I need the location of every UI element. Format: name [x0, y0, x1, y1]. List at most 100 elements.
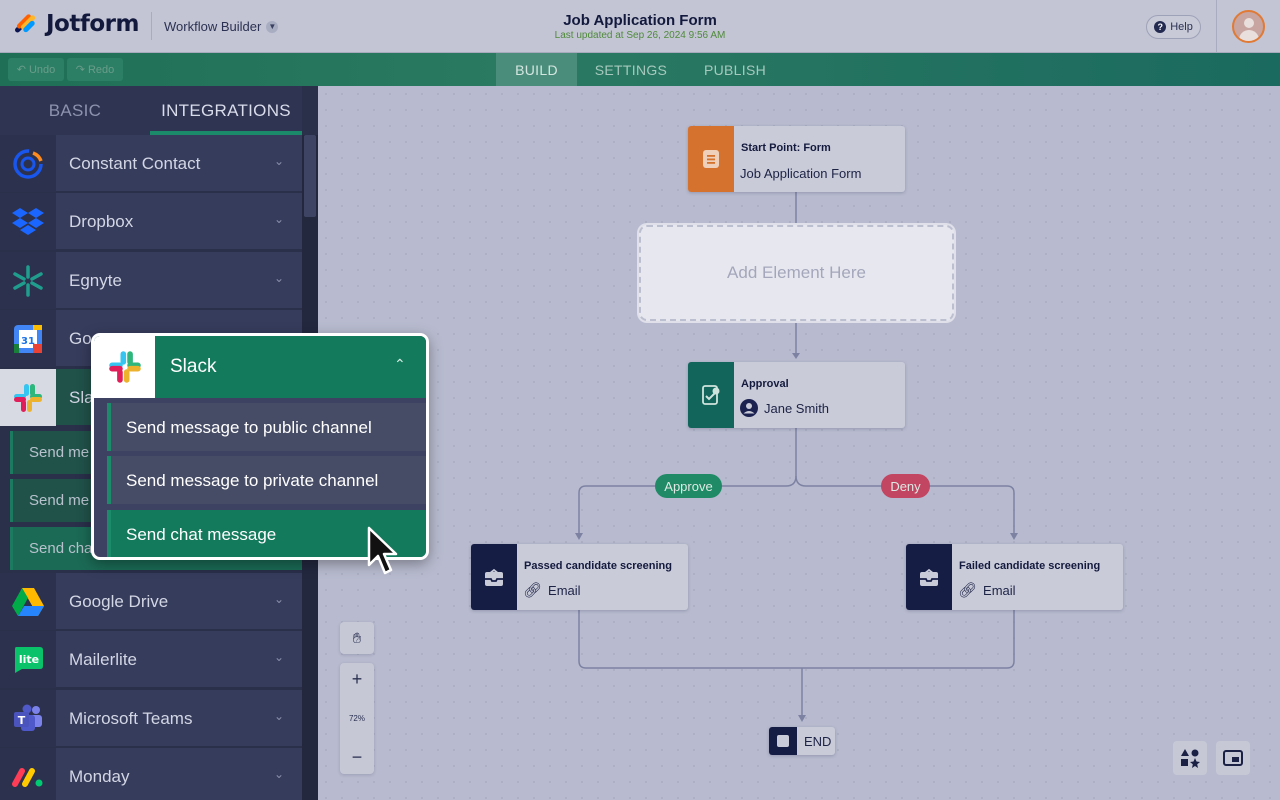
avatar-body — [1239, 30, 1259, 41]
failed-screening-node[interactable]: Failed candidate screening 🔗︎ Email — [906, 544, 1123, 610]
workflow-connectors — [575, 192, 1018, 722]
user-avatar[interactable] — [1232, 10, 1265, 43]
passed-screening-node[interactable]: Passed candidate screening 🔗︎ Email — [471, 544, 688, 610]
google-drive-icon — [0, 573, 56, 630]
chevron-down-icon: ⌄ — [273, 271, 284, 285]
jotform-logo-icon — [12, 11, 38, 37]
integration-constant-contact[interactable]: Constant Contact ⌄ — [0, 135, 302, 192]
chevron-up-icon: ⌃ — [394, 356, 406, 372]
chevron-down-icon: ⌄ — [273, 592, 284, 606]
egnyte-icon — [0, 252, 56, 309]
zoom-in-button[interactable]: + — [352, 669, 363, 690]
integration-egnyte[interactable]: Egnyte ⌄ — [0, 252, 302, 309]
approve-branch-label[interactable]: Approve — [655, 474, 722, 498]
zoom-level: 72% — [348, 714, 365, 723]
tab-build[interactable]: BUILD — [496, 53, 577, 86]
node-subtitle-text: Job Application Form — [740, 166, 862, 181]
workflow-canvas[interactable]: Start Point: Form Job Application Form A… — [318, 86, 1280, 800]
help-label: Help — [1170, 21, 1193, 33]
approval-node[interactable]: Approval Jane Smith — [688, 362, 905, 428]
panel-tab-integrations[interactable]: INTEGRATIONS — [150, 86, 302, 135]
undo-label: Undo — [28, 63, 56, 76]
node-subtitle-text: Email — [983, 582, 1016, 598]
slack-action-label: Send chat message — [126, 525, 277, 544]
assignee-name: Jane Smith — [764, 400, 830, 416]
link-icon: 🔗︎ — [958, 582, 978, 599]
integration-label: Google Drive — [69, 592, 169, 611]
integration-label: Sla — [69, 388, 94, 407]
slack-popup-header[interactable]: Slack ⌃ — [94, 336, 426, 398]
integration-label: Egnyte — [69, 271, 122, 290]
integration-google-drive[interactable]: Google Drive ⌄ — [0, 573, 302, 630]
slack-icon — [94, 336, 155, 398]
chevron-down-icon: ⌄ — [273, 709, 284, 723]
add-element-dropzone[interactable]: Add Element Here — [639, 225, 954, 321]
pan-tool-button[interactable]: ✋︎ — [340, 622, 374, 654]
end-node[interactable]: END — [769, 727, 835, 755]
workflow-builder-label: Workflow Builder — [164, 19, 262, 34]
end-label: END — [804, 734, 832, 749]
workflow-builder-dropdown[interactable]: Workflow Builder ▼ — [164, 19, 279, 34]
stop-icon — [769, 727, 797, 755]
panel-tab-basic[interactable]: BASIC — [0, 86, 150, 135]
form-icon — [688, 126, 734, 192]
dropbox-icon — [0, 193, 56, 250]
node-title: Failed candidate screening — [959, 560, 1101, 572]
chevron-down-icon: ⌄ — [273, 650, 284, 664]
integration-label: Constant Contact — [69, 154, 201, 173]
slack-action-label: Send message to public channel — [126, 418, 372, 437]
start-point-node[interactable]: Start Point: Form Job Application Form — [688, 126, 905, 192]
inbox-icon — [906, 544, 952, 610]
jotform-logo[interactable]: Jotform — [12, 11, 139, 37]
integration-dropbox[interactable]: Dropbox ⌄ — [0, 193, 302, 250]
chevron-down-icon: ⌄ — [273, 767, 284, 781]
slack-action-label: Send message to private channel — [126, 471, 379, 490]
panel-scrollbar-thumb[interactable] — [304, 135, 316, 217]
redo-button[interactable]: ↷ Redo — [67, 58, 123, 81]
slack-action-label: Send me — [29, 492, 90, 509]
minimap-button[interactable] — [1216, 741, 1250, 775]
integration-label: Mailerlite — [69, 650, 138, 669]
link-icon: 🔗︎ — [523, 582, 543, 599]
chevron-down-icon: ▼ — [266, 20, 279, 33]
node-title: Passed candidate screening — [524, 560, 672, 572]
node-title: Start Point: Form — [741, 142, 831, 154]
help-button[interactable]: ? Help — [1146, 15, 1201, 39]
google-calendar-icon: 31 — [0, 310, 56, 367]
svg-text:lite: lite — [19, 653, 39, 666]
shapes-button[interactable] — [1173, 741, 1207, 775]
slack-icon — [0, 369, 56, 426]
hand-icon: ✋︎ — [352, 629, 362, 647]
integration-mailerlite[interactable]: lite Mailerlite ⌄ — [0, 631, 302, 688]
app-header: Jotform Workflow Builder ▼ Job Applicati… — [0, 0, 1280, 53]
deny-branch-label[interactable]: Deny — [881, 474, 930, 498]
microsoft-teams-icon: T — [0, 690, 56, 747]
integration-microsoft-teams[interactable]: T Microsoft Teams ⌄ — [0, 690, 302, 747]
user-icon — [740, 399, 758, 417]
svg-text:31: 31 — [21, 336, 35, 347]
zoom-controls: + 72% − — [340, 663, 374, 774]
integration-monday[interactable]: Monday ⌄ — [0, 748, 302, 800]
logo-text: Jotform — [46, 11, 139, 37]
zoom-out-button[interactable]: − — [352, 747, 363, 768]
constant-contact-icon — [0, 135, 56, 192]
node-assignee: Jane Smith — [740, 399, 829, 417]
shapes-icon — [1181, 749, 1200, 768]
node-subtitle: 🔗︎ Email — [958, 581, 1016, 599]
node-subtitle: 🔗︎ Email — [523, 581, 581, 599]
mouse-cursor-icon — [367, 526, 398, 575]
slack-popup-title: Slack — [170, 356, 217, 377]
integration-label: Go — [69, 329, 92, 348]
integration-label: Monday — [69, 767, 130, 786]
slack-action-public-channel[interactable]: Send message to public channel — [107, 403, 426, 451]
undo-button[interactable]: ↶ Undo — [8, 58, 64, 81]
tab-settings[interactable]: SETTINGS — [583, 53, 679, 86]
slack-action-private-channel[interactable]: Send message to private channel — [107, 456, 426, 504]
last-updated-text: Last updated at Sep 26, 2024 9:56 AM — [554, 30, 726, 41]
undo-icon: ↶ — [16, 64, 26, 76]
header-divider — [151, 12, 152, 40]
node-subtitle-text: Email — [548, 582, 581, 598]
tab-publish[interactable]: PUBLISH — [692, 53, 778, 86]
integration-label: Microsoft Teams — [69, 709, 193, 728]
question-icon: ? — [1154, 21, 1167, 33]
